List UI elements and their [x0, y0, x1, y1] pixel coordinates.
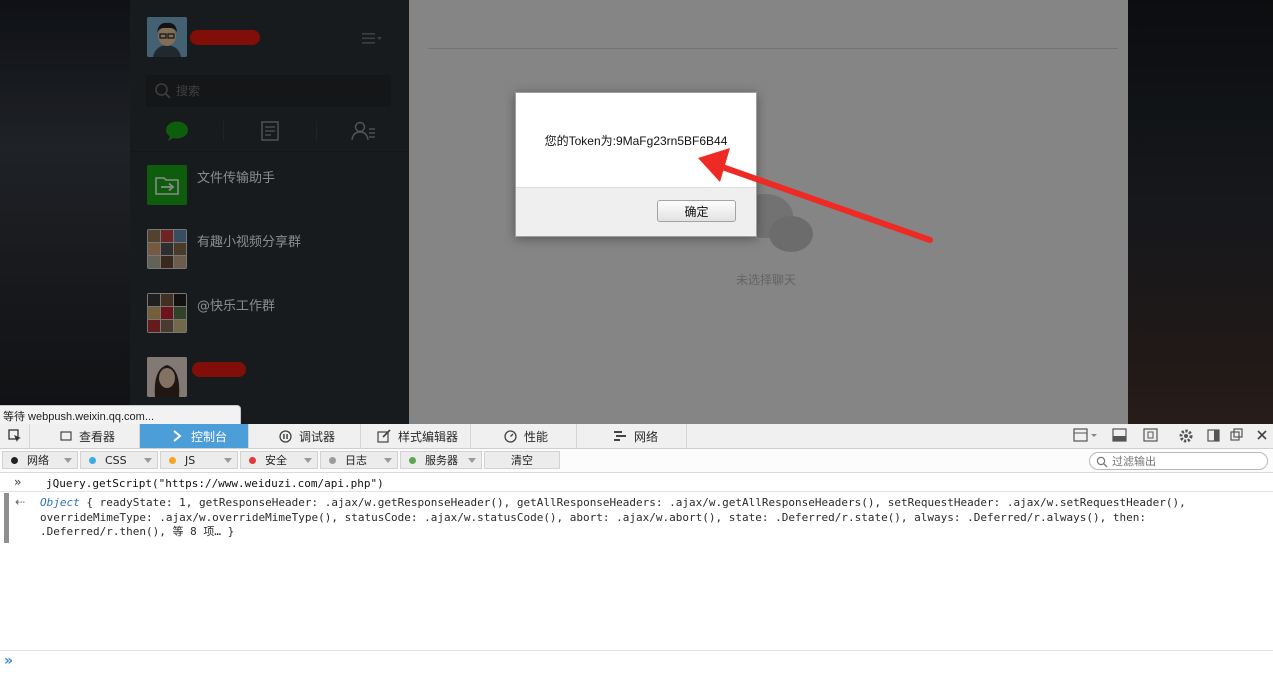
split-console-icon[interactable]	[1112, 428, 1128, 444]
chevron-down-icon	[64, 458, 72, 463]
command-prompt-icon: »	[14, 475, 22, 489]
performance-icon	[504, 429, 517, 443]
annotation-arrow-icon	[698, 148, 933, 243]
result-marker	[4, 493, 9, 543]
tab-label: 网络	[634, 429, 659, 444]
style-editor-icon	[377, 429, 391, 443]
js-dot	[169, 456, 176, 464]
browser-status-bar: 等待 webpush.weixin.qq.com...	[0, 405, 241, 424]
tab-console[interactable]: 控制台	[140, 424, 249, 448]
network-dot	[11, 456, 18, 464]
dock-side-icon[interactable]	[1207, 428, 1221, 444]
result-line-1: { readyState: 1, getResponseHeader: .aja…	[86, 496, 1186, 509]
filter-server-button[interactable]: 服务器	[400, 451, 482, 469]
filter-label: JS	[185, 453, 196, 467]
result-arrow-icon: ⇠	[15, 495, 26, 509]
console-filter-bar: 网络 CSS JS 安全 日志 服务器 清空	[0, 449, 1273, 473]
filter-label: 服务器	[425, 454, 458, 467]
devtools-toolbar: 查看器 控制台 调试器 样式编辑器 性能 网络	[0, 424, 1273, 449]
frame-select-icon[interactable]	[1073, 428, 1099, 444]
responsive-mode-icon[interactable]	[1143, 428, 1159, 444]
result-line-2: overrideMimeType: .ajax/w.overrideMimeTy…	[40, 510, 1146, 524]
tab-network[interactable]: 网络	[577, 424, 687, 448]
command-text: jQuery.getScript("https://www.weiduzi.co…	[46, 477, 384, 490]
inspector-icon	[60, 430, 72, 442]
filter-output-input[interactable]	[1112, 455, 1262, 468]
filter-label: 日志	[345, 454, 367, 467]
tab-label: 样式编辑器	[398, 429, 459, 444]
undock-icon[interactable]	[1230, 428, 1244, 444]
chevron-down-icon	[384, 458, 392, 463]
console-result-entry: ⇠ Object { readyState: 1, getResponseHea…	[0, 493, 1273, 543]
result-prefix: Object	[40, 496, 80, 509]
tab-performance[interactable]: 性能	[471, 424, 577, 448]
console-input-line[interactable]: »	[0, 650, 1273, 674]
security-dot	[249, 456, 256, 464]
devtools-panel: 查看器 控制台 调试器 样式编辑器 性能 网络 网络 CSS JS 安全 日志 …	[0, 424, 1273, 674]
result-line-3: .Deferred/r.then(), 等 8 项… }	[40, 525, 235, 538]
element-picker-icon	[7, 429, 21, 442]
filter-css-button[interactable]: CSS	[80, 451, 158, 469]
gear-icon[interactable]	[1178, 428, 1194, 444]
search-icon	[1096, 456, 1108, 468]
tab-label: 查看器	[79, 429, 116, 444]
console-command-entry: » jQuery.getScript("https://www.weiduzi.…	[0, 474, 1273, 492]
server-dot	[409, 456, 416, 464]
tab-label: 调试器	[299, 429, 336, 444]
filter-label: CSS	[105, 453, 127, 467]
tab-style-editor[interactable]: 样式编辑器	[361, 424, 471, 448]
console-output: » jQuery.getScript("https://www.weiduzi.…	[0, 474, 1273, 650]
close-icon[interactable]	[1255, 428, 1269, 444]
chevron-down-icon	[224, 458, 232, 463]
debugger-icon	[279, 429, 292, 443]
logging-dot	[329, 456, 336, 464]
filter-label: 网络	[27, 454, 49, 467]
css-dot	[89, 456, 96, 464]
filter-network-button[interactable]: 网络	[2, 451, 78, 469]
browser-page: 文件传输助手 有趣小视频分享群	[0, 0, 1273, 424]
filter-output-field[interactable]	[1089, 452, 1268, 470]
network-icon	[613, 430, 627, 442]
clear-label: 清空	[511, 454, 533, 467]
tab-inspector[interactable]: 查看器	[30, 424, 140, 448]
filter-security-button[interactable]: 安全	[240, 451, 318, 469]
result-object[interactable]: Object { readyState: 1, getResponseHeade…	[40, 496, 1265, 540]
filter-js-button[interactable]: JS	[160, 451, 238, 469]
tab-debugger[interactable]: 调试器	[249, 424, 361, 448]
clear-button[interactable]: 清空	[484, 451, 560, 469]
tab-label: 性能	[524, 429, 549, 444]
chevron-down-icon	[144, 458, 152, 463]
filter-logging-button[interactable]: 日志	[320, 451, 398, 469]
element-picker-button[interactable]	[0, 424, 30, 448]
chevron-down-icon	[304, 458, 312, 463]
chevron-down-icon	[468, 458, 476, 463]
console-icon	[172, 430, 184, 442]
input-prompt-icon: »	[4, 653, 14, 669]
filter-label: 安全	[265, 454, 287, 467]
tab-label: 控制台	[191, 429, 228, 444]
